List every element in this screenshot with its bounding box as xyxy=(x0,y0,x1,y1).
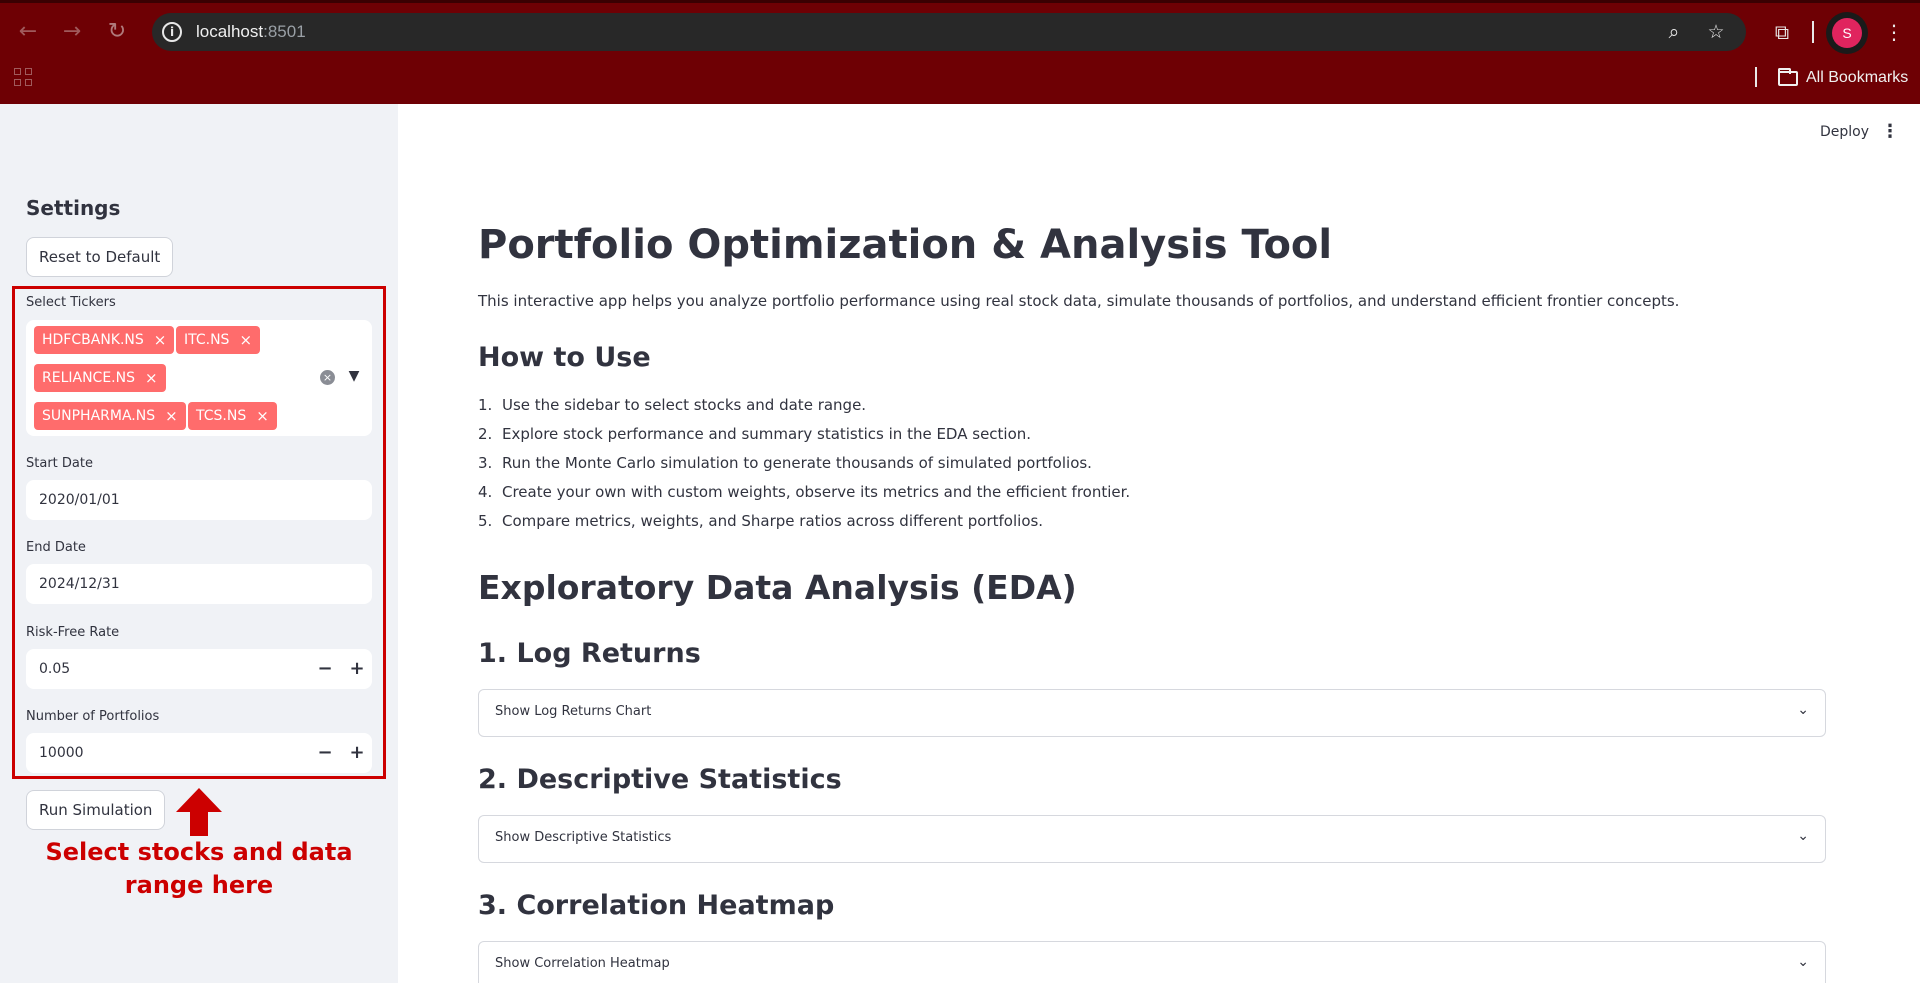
expander-label: Show Log Returns Chart xyxy=(495,704,652,719)
expander-label: Show Correlation Heatmap xyxy=(495,956,670,971)
num-portfolios-value: 10000 xyxy=(39,745,84,761)
num-portfolios-label: Number of Portfolios xyxy=(26,709,160,724)
section-heading: 2. Descriptive Statistics xyxy=(478,764,842,795)
address-bar[interactable]: i localhost:8501 ⌕ ☆ xyxy=(152,13,1746,51)
run-simulation-button[interactable]: Run Simulation xyxy=(26,790,166,830)
reset-default-button[interactable]: Reset to Default xyxy=(26,237,174,277)
url-text: localhost:8501 xyxy=(196,22,306,41)
ticker-chip[interactable]: RELIANCE.NS × xyxy=(34,364,166,392)
correlation-heatmap-expander[interactable]: Show Correlation Heatmap ⌄ xyxy=(478,941,1826,983)
descriptive-stats-expander[interactable]: Show Descriptive Statistics ⌄ xyxy=(478,815,1826,863)
tickers-multiselect[interactable]: HDFCBANK.NS × ITC.NS × RELIANCE.NS × SUNPHA… xyxy=(26,320,372,436)
num-portfolios-input[interactable]: 10000 − + xyxy=(26,733,372,773)
apps-grid-icon[interactable] xyxy=(14,68,34,88)
section-heading: 3. Correlation Heatmap xyxy=(478,890,835,921)
tab-strip xyxy=(0,0,1920,3)
main-menu-icon[interactable]: ⋮ xyxy=(1880,120,1900,144)
end-date-input[interactable]: 2024/12/31 xyxy=(26,564,372,604)
remove-chip-icon[interactable]: × xyxy=(256,402,269,430)
main-content: Deploy ⋮ Portfolio Optimization & Analys… xyxy=(398,104,1920,983)
risk-free-value: 0.05 xyxy=(39,661,71,677)
tickers-label: Select Tickers xyxy=(26,295,116,310)
browser-menu-icon[interactable]: ⋮ xyxy=(1880,18,1908,46)
log-returns-expander[interactable]: Show Log Returns Chart ⌄ xyxy=(478,689,1826,737)
increment-button[interactable]: + xyxy=(342,649,372,689)
start-date-input[interactable]: 2020/01/01 xyxy=(26,480,372,520)
remove-chip-icon[interactable]: × xyxy=(239,326,252,354)
ticker-chip[interactable]: TCS.NS × xyxy=(188,402,277,430)
ticker-chip[interactable]: ITC.NS × xyxy=(176,326,261,354)
chevron-down-icon: ⌄ xyxy=(1797,954,1809,970)
list-item: 3. Run the Monte Carlo simulation to gene… xyxy=(478,454,1092,472)
avatar: S xyxy=(1832,18,1862,48)
profile-button[interactable]: S xyxy=(1826,12,1868,54)
site-info-icon[interactable]: i xyxy=(162,22,182,42)
intro-text: This interactive app helps you analyze p… xyxy=(478,292,1680,310)
browser-toolbar: ← → ↻ i localhost:8501 ⌕ ☆ ⧉ S ⋮ All Boo… xyxy=(0,0,1920,104)
sidebar-title: Settings xyxy=(26,196,121,220)
back-icon[interactable]: ← xyxy=(14,18,42,46)
chevron-down-icon: ⌄ xyxy=(1797,828,1809,844)
all-bookmarks-label: All Bookmarks xyxy=(1806,69,1909,86)
reload-icon[interactable]: ↻ xyxy=(103,18,131,46)
risk-free-input[interactable]: 0.05 − + xyxy=(26,649,372,689)
page-title: Portfolio Optimization & Analysis Tool xyxy=(478,222,1333,268)
list-item: 1. Use the sidebar to select stocks and d… xyxy=(478,396,867,414)
annotation-arrow-up-icon xyxy=(176,788,222,836)
ticker-chip[interactable]: SUNPHARMA.NS × xyxy=(34,402,186,430)
bookmark-star-icon[interactable]: ☆ xyxy=(1704,20,1728,44)
bookmarks-divider xyxy=(1755,67,1757,87)
section-heading: 1. Log Returns xyxy=(478,638,701,669)
remove-chip-icon[interactable]: × xyxy=(165,402,178,430)
deploy-button[interactable]: Deploy xyxy=(1820,124,1869,140)
clear-all-icon[interactable]: × xyxy=(320,370,335,385)
eda-heading: Exploratory Data Analysis (EDA) xyxy=(478,568,1077,607)
folder-icon xyxy=(1778,67,1798,86)
decrement-button[interactable]: − xyxy=(310,733,340,773)
end-date-label: End Date xyxy=(26,540,86,555)
all-bookmarks-button[interactable]: All Bookmarks xyxy=(1778,66,1908,90)
increment-button[interactable]: + xyxy=(342,733,372,773)
start-date-label: Start Date xyxy=(26,456,93,471)
zoom-icon[interactable]: ⌕ xyxy=(1662,20,1686,44)
expander-label: Show Descriptive Statistics xyxy=(495,830,672,845)
list-item: 5. Compare metrics, weights, and Sharpe r… xyxy=(478,512,1044,530)
chevron-down-icon: ⌄ xyxy=(1797,702,1809,718)
list-item: 2. Explore stock performance and summary … xyxy=(478,425,1032,443)
sidebar: Settings Reset to Default Select Tickers… xyxy=(0,104,398,983)
toolbar-divider xyxy=(1812,21,1814,43)
ticker-chip[interactable]: HDFCBANK.NS × xyxy=(34,326,175,354)
forward-icon[interactable]: → xyxy=(58,18,86,46)
chevron-down-icon[interactable]: ▼ xyxy=(344,366,364,386)
decrement-button[interactable]: − xyxy=(310,649,340,689)
risk-free-label: Risk-Free Rate xyxy=(26,625,120,640)
how-to-use-heading: How to Use xyxy=(478,342,651,373)
remove-chip-icon[interactable]: × xyxy=(154,326,167,354)
extensions-icon[interactable]: ⧉ xyxy=(1768,18,1796,46)
remove-chip-icon[interactable]: × xyxy=(145,364,158,392)
list-item: 4. Create your own with custom weights, o… xyxy=(478,483,1131,501)
annotation-text: Select stocks and data range here xyxy=(45,838,353,899)
